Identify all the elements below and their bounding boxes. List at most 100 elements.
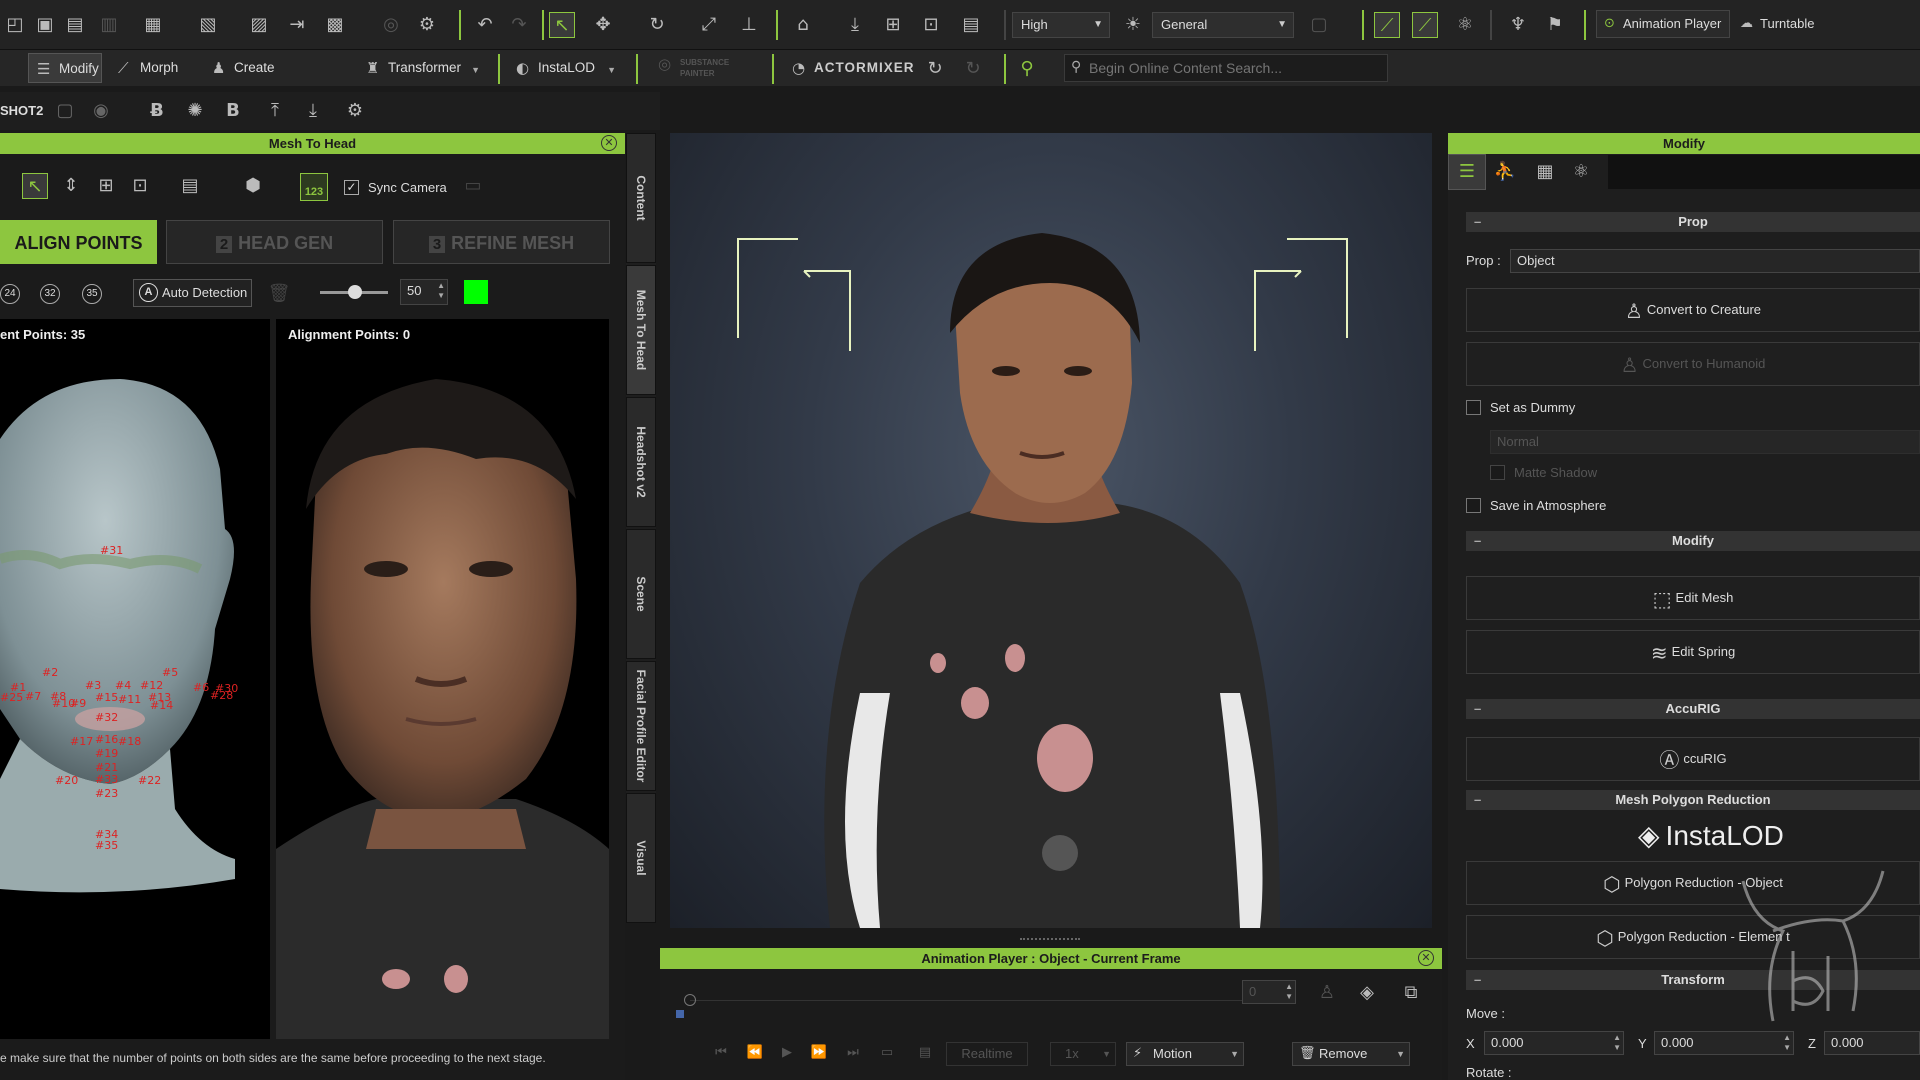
quality-dropdown[interactable]: High ▼ [1012,12,1110,38]
tab-mesh-to-head[interactable]: Mesh To Head [626,265,656,395]
alignment-marker[interactable]: #6 [193,681,209,694]
move-y-input[interactable]: 0.000 ▲ ▼ [1654,1031,1794,1055]
layers-icon[interactable]: ◈ [1354,980,1380,1006]
save-icon[interactable]: ▣ [32,12,58,38]
modify-section-header[interactable]: – Modify [1466,531,1920,551]
collapse-icon[interactable]: – [1474,699,1481,719]
close-icon[interactable]: ✕ [1418,950,1434,966]
frame-icon[interactable]: ⊡ [918,12,944,38]
collapse-icon[interactable]: – [1474,531,1481,551]
drop-icon[interactable]: ⤓ [842,12,868,38]
spinner-icon[interactable]: ▲ ▼ [1285,982,1293,1002]
alignment-marker[interactable]: #28 [210,689,233,702]
export-icon[interactable]: ▤ [62,12,88,38]
motion-button[interactable]: ⚡ Motion ▼ [1126,1042,1244,1066]
upload-icon[interactable]: ⤒ [262,98,288,124]
select-points-icon[interactable]: ↖ [22,173,48,199]
send-icon[interactable]: ⇥ [284,12,310,38]
alignment-marker[interactable]: #35 [95,839,118,852]
settings-icon[interactable]: ⚙ [342,98,368,124]
save-in-atmosphere-checkbox[interactable] [1466,498,1481,513]
alignment-marker[interactable]: #11 [118,693,141,706]
accurig-section-header[interactable]: – AccuRIG [1466,699,1920,719]
alignment-marker[interactable]: #23 [95,787,118,800]
alignment-marker[interactable]: #25 [0,691,23,704]
alignment-marker[interactable]: #14 [150,699,173,712]
bone-link-icon[interactable]: ⟋ [1412,12,1438,38]
layout-icon[interactable]: ▤ [958,12,984,38]
size-slider-handle[interactable] [348,285,362,299]
download-icon[interactable]: ⤓ [300,98,326,124]
mode-dropdown[interactable]: General ▼ [1152,12,1294,38]
spinner-icon[interactable]: ▲ ▼ [1783,1033,1791,1053]
fit-icon[interactable]: ⊞ [880,12,906,38]
set-as-dummy-checkbox[interactable] [1466,400,1481,415]
refresh-user-icon[interactable]: ↻ [922,56,948,82]
alignment-marker[interactable]: #31 [100,544,123,557]
remove-button[interactable]: 🗑 Remove ▼ [1292,1042,1410,1066]
tab-content[interactable]: Content [626,133,656,263]
alignment-marker[interactable]: #32 [95,711,118,724]
material-checker-icon[interactable]: ▦ [1532,159,1558,185]
bone-icon[interactable]: ⟋ [1374,12,1400,38]
search-input[interactable] [1089,57,1379,79]
timeline-track[interactable] [690,1000,1250,1001]
b-icon[interactable]: B [220,98,246,124]
alignment-marker[interactable]: #16 [95,733,118,746]
frame-points-icon[interactable]: ⊞ [93,173,119,199]
edit-mesh-button[interactable]: ⬚ Edit Mesh [1466,576,1920,620]
size-input[interactable]: 50 ▲ ▼ [400,279,448,305]
preset-32-button[interactable]: 32 [40,284,60,304]
alignment-marker[interactable]: #5 [162,666,178,679]
animation-player-button[interactable]: ⊙ Animation Player [1596,10,1730,38]
edit-spring-button[interactable]: ≋ Edit Spring [1466,630,1920,674]
turntable-button[interactable]: ☁ Turntable [1734,10,1834,38]
face-icon[interactable]: ◉ [88,98,114,124]
collapse-icon[interactable]: – [1474,212,1481,232]
morph-button[interactable]: ⟋ Morph [110,53,190,83]
figure-icon[interactable]: ♆ [1505,12,1531,38]
alignment-marker[interactable]: #20 [55,774,78,787]
spinner-icon[interactable]: ▲ ▼ [437,281,445,301]
rotate-icon[interactable]: ↻ [644,12,670,38]
splitter-handle[interactable] [1020,938,1080,942]
render-icon[interactable]: ▩ [322,12,348,38]
import-obj-icon[interactable]: ▦ [140,12,166,38]
move-points-icon[interactable]: ⇕ [58,173,84,199]
alignment-marker[interactable]: #7 [25,690,41,703]
prop-name-field[interactable]: Object [1510,249,1920,273]
instalod-button[interactable]: ◐ InstaLOD ▼ [508,53,618,83]
attribute-tab[interactable]: ☰ [1448,154,1486,190]
head-gen-button[interactable]: 2 HEAD GEN [166,220,383,264]
export-usd-icon[interactable]: ▨ [246,12,272,38]
point-numbers-toggle[interactable]: 123 [300,173,328,201]
mesh-polygon-section-header[interactable]: – Mesh Polygon Reduction [1466,790,1920,810]
close-icon[interactable]: ✕ [601,135,617,151]
move-z-input[interactable]: 0.000 [1824,1031,1920,1055]
fit-view-icon[interactable]: ⊡ [127,173,153,199]
transformer-button[interactable]: ♜ Transformer ▼ [358,53,482,83]
cube-icon[interactable]: ⬢ [240,173,266,199]
reference-head-view[interactable]: ent Points: 35 #31 #2 #5 #1 #6 #30 #7 #8 #3 #4 #12… [0,319,270,1039]
headshot-icon[interactable]: ▢ [52,98,78,124]
scale-icon[interactable]: ⤢ [696,12,722,38]
convert-to-creature-button[interactable]: ♙ Convert to Creature [1466,288,1920,332]
accurig-button[interactable]: ⒶccuRIG [1466,737,1920,781]
move-x-input[interactable]: 0.000 ▲ ▼ [1484,1031,1624,1055]
sync-camera-checkbox[interactable]: ✓ [344,180,359,195]
sun-icon[interactable]: ☀ [1120,12,1146,38]
actormixer-button[interactable]: ◔ ACTORMIXER [784,53,914,83]
tab-headshot-v2[interactable]: Headshot v2 [626,397,656,527]
align-points-button[interactable]: ALIGN POINTS [0,220,157,264]
undo-icon[interactable]: ↶ [472,12,498,38]
3d-viewport[interactable] [670,133,1432,928]
tab-visual[interactable]: Visual [626,793,656,923]
select-icon[interactable]: ↖ [549,12,575,38]
tab-scene[interactable]: Scene [626,529,656,659]
view-layout-icon[interactable]: ▤ [177,173,203,199]
alignment-marker[interactable]: #22 [138,774,161,787]
export-fbx-icon[interactable]: ▧ [195,12,221,38]
home-icon[interactable]: ⌂ [790,12,816,38]
prop-section-header[interactable]: – Prop [1466,212,1920,232]
scanned-head-view[interactable]: Alignment Points: 0 [276,319,609,1039]
